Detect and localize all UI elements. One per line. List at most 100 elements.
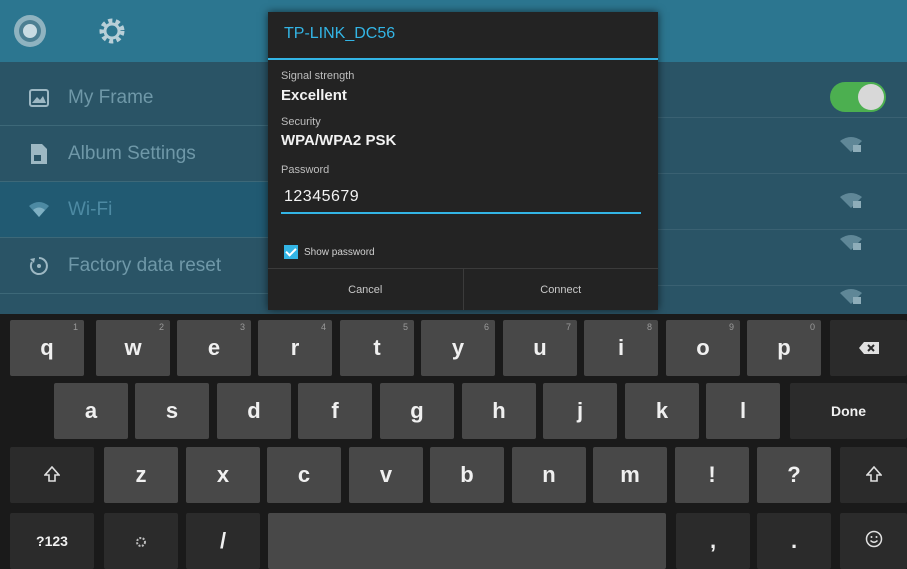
key-h[interactable]: h (462, 383, 536, 439)
key-o[interactable]: o9 (666, 320, 740, 376)
key-label: w (124, 335, 142, 360)
password-field[interactable]: 12345679 (281, 186, 641, 214)
menu-item-album-settings[interactable]: Album Settings (0, 126, 270, 182)
key-label: p (777, 335, 791, 360)
backspace-key[interactable] (830, 320, 907, 376)
network-row[interactable] (657, 230, 907, 286)
shift-key-left[interactable] (10, 447, 94, 503)
key-label: t (373, 335, 381, 360)
dialog-title-bar: TP-LINK_DC56 (268, 12, 658, 60)
connect-button[interactable]: Connect (462, 269, 659, 310)
menu-item-factory-reset[interactable]: Factory data reset (0, 238, 270, 294)
menu-item-label: Wi-Fi (68, 198, 113, 220)
key-hint: 8 (646, 322, 652, 332)
show-password-label: Show password (304, 246, 375, 258)
key-v[interactable]: v (349, 447, 423, 503)
key-a[interactable]: a (54, 383, 128, 439)
security-value: WPA/WPA2 PSK (281, 132, 397, 149)
wifi-lock-icon (839, 288, 863, 311)
reset-icon (24, 256, 54, 276)
key-g[interactable]: g (380, 383, 454, 439)
menu-item-label: Factory data reset (68, 254, 222, 276)
key-f[interactable]: f (298, 383, 372, 439)
key-hint: 5 (402, 322, 408, 332)
password-value: 12345679 (284, 188, 360, 205)
key-n[interactable]: n (512, 447, 586, 503)
picture-icon (24, 88, 54, 107)
menu-item-label: Album Settings (68, 142, 196, 164)
password-label: Password (281, 164, 330, 176)
wifi-lock-icon (839, 136, 863, 159)
key-k[interactable]: k (625, 383, 699, 439)
key-period[interactable]: . (757, 513, 831, 569)
signal-strength-value: Excellent (281, 87, 347, 104)
document-icon (24, 143, 54, 165)
settings-menu: My Frame Album Settings Wi-Fi Factory da… (0, 70, 270, 314)
key-question[interactable]: ? (757, 447, 831, 503)
key-hint: 3 (239, 322, 245, 332)
network-row[interactable] (657, 174, 907, 230)
wifi-lock-icon (839, 192, 863, 215)
key-y[interactable]: y6 (421, 320, 495, 376)
key-c[interactable]: c (267, 447, 341, 503)
key-e[interactable]: e3 (177, 320, 251, 376)
key-i[interactable]: i8 (584, 320, 658, 376)
emoji-key[interactable] (840, 513, 907, 569)
wifi-lock-icon (839, 234, 863, 257)
dialog-buttons: Cancel Connect (268, 268, 658, 310)
toggle-knob (858, 84, 884, 110)
security-label: Security (281, 116, 321, 128)
key-t[interactable]: t5 (340, 320, 414, 376)
key-hint: 9 (728, 322, 734, 332)
done-key[interactable]: Done (790, 383, 907, 439)
wifi-toggle[interactable] (830, 82, 886, 112)
menu-item-my-frame[interactable]: My Frame (0, 70, 270, 126)
network-row[interactable] (657, 118, 907, 174)
shift-key-right[interactable] (840, 447, 907, 503)
key-label: i (617, 335, 625, 360)
key-q[interactable]: q1 (10, 320, 84, 376)
key-l[interactable]: l (706, 383, 780, 439)
key-w[interactable]: w2 (96, 320, 170, 376)
key-b[interactable]: b (430, 447, 504, 503)
signal-strength-label: Signal strength (281, 70, 355, 82)
menu-item-wifi[interactable]: Wi-Fi (0, 182, 270, 238)
key-j[interactable]: j (543, 383, 617, 439)
wifi-icon (24, 201, 54, 219)
wifi-connect-dialog: TP-LINK_DC56 Signal strength Excellent S… (268, 12, 658, 310)
symbols-key[interactable]: ?123 (10, 513, 94, 569)
gear-icon[interactable] (96, 15, 128, 47)
key-comma[interactable]: , (676, 513, 750, 569)
key-slash[interactable]: / (186, 513, 260, 569)
cancel-button[interactable]: Cancel (268, 269, 463, 310)
space-key[interactable] (268, 513, 666, 569)
show-password-checkbox[interactable]: Show password (284, 245, 375, 259)
key-u[interactable]: u7 (503, 320, 577, 376)
key-label: u (533, 335, 547, 360)
key-label: o (696, 335, 710, 360)
keyboard-settings-icon (135, 528, 147, 554)
shift-icon (43, 462, 61, 488)
network-row[interactable] (657, 286, 907, 314)
key-d[interactable]: d (217, 383, 291, 439)
checkbox-checked-icon[interactable] (284, 245, 298, 259)
key-s[interactable]: s (135, 383, 209, 439)
settings-key[interactable] (104, 513, 178, 569)
key-label: y (451, 335, 465, 360)
key-hint: 7 (565, 322, 571, 332)
menu-item-label: My Frame (68, 86, 154, 108)
key-label: e (207, 335, 221, 360)
key-hint: 2 (158, 322, 164, 332)
circle-icon[interactable] (12, 13, 48, 49)
shift-icon (864, 462, 883, 488)
key-x[interactable]: x (186, 447, 260, 503)
key-exclamation[interactable]: ! (675, 447, 749, 503)
key-m[interactable]: m (593, 447, 667, 503)
dialog-title: TP-LINK_DC56 (284, 25, 396, 42)
key-p[interactable]: p0 (747, 320, 821, 376)
key-r[interactable]: r4 (258, 320, 332, 376)
key-hint: 6 (483, 322, 489, 332)
backspace-icon (858, 335, 880, 361)
key-hint: 1 (72, 322, 78, 332)
key-z[interactable]: z (104, 447, 178, 503)
